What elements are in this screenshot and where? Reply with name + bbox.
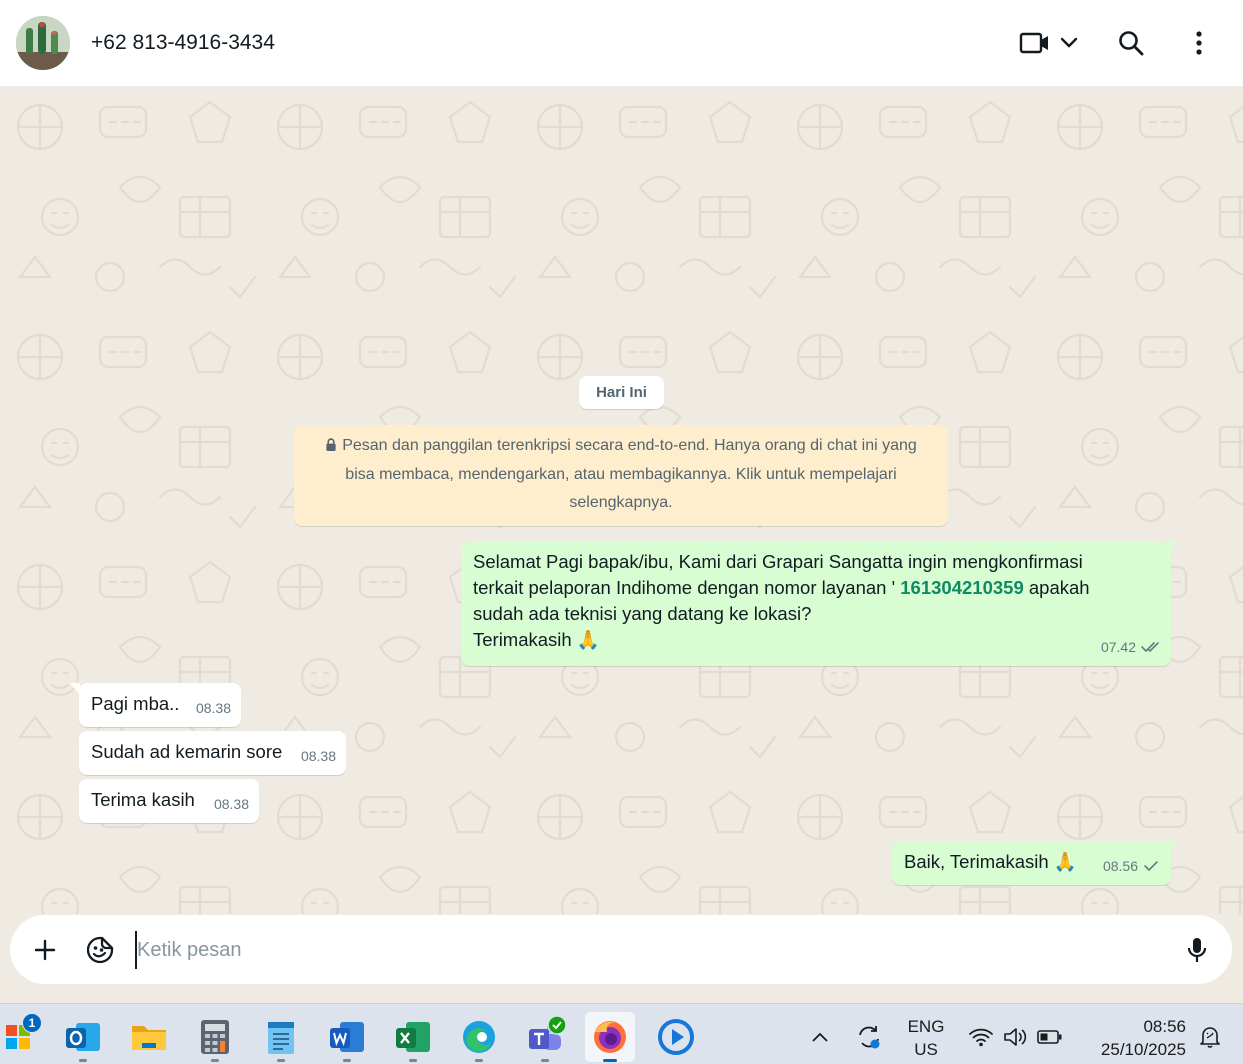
service-number-link[interactable]: 161304210359 [900, 577, 1023, 598]
message-bubble-outgoing[interactable]: Baik, Terimakasih 🙏 08.56 [892, 841, 1171, 885]
more-vertical-icon [1196, 31, 1202, 55]
notification-badge: 1 [22, 1013, 42, 1033]
message-text: Baik, Terimakasih [904, 851, 1049, 872]
media-player-icon [658, 1019, 694, 1055]
search-icon [1119, 31, 1144, 56]
language-indicator[interactable]: ENG US [900, 1015, 952, 1061]
single-check-icon [1144, 861, 1158, 872]
calculator-icon [201, 1020, 229, 1054]
encryption-notice-text: Pesan dan panggilan terenkripsi secara e… [342, 437, 917, 511]
lock-icon [326, 438, 336, 451]
message-bubble-incoming[interactable]: Terima kasih 08.38 [79, 779, 259, 823]
taskbar-app-teams[interactable] [520, 1012, 570, 1062]
date-separator: Hari Ini [579, 376, 664, 409]
chat-header: +62 813-4916-3434 [0, 0, 1243, 87]
taskbar-app-firefox[interactable] [585, 1012, 635, 1062]
video-camera-icon [1019, 32, 1048, 54]
chevron-up-icon [812, 1032, 828, 1042]
message-composer [10, 915, 1232, 984]
message-time: 08.38 [213, 796, 249, 812]
plus-icon [34, 939, 56, 961]
sync-icon [859, 1026, 880, 1049]
volume-icon [1004, 1028, 1027, 1046]
message-bubble-incoming[interactable]: Pagi mba.. 08.38 [79, 683, 241, 727]
message-input[interactable] [135, 931, 1155, 969]
video-call-button[interactable] [1016, 25, 1082, 61]
clock-time: 08:56 [1143, 1017, 1186, 1036]
taskbar-app-calculator[interactable] [190, 1012, 240, 1062]
pray-emoji: 🙏 [576, 629, 600, 650]
search-button[interactable] [1112, 25, 1150, 61]
firefox-icon [594, 1021, 626, 1053]
pray-emoji: 🙏 [1053, 851, 1077, 872]
message-time: 07.42 [1100, 639, 1136, 655]
clock[interactable]: 08:56 25/10/2025 [1086, 1015, 1186, 1061]
taskbar-app-media-player[interactable] [651, 1012, 701, 1062]
clock-date: 25/10/2025 [1100, 1040, 1186, 1059]
word-icon [330, 1022, 364, 1052]
chevron-down-icon [1060, 37, 1078, 48]
message-time: 08.38 [195, 700, 231, 716]
taskbar-app-outlook[interactable] [58, 1012, 108, 1062]
notification-bell-icon [1200, 1027, 1220, 1048]
taskbar-app-notepad[interactable] [256, 1012, 306, 1062]
taskbar-app-edge[interactable] [454, 1012, 504, 1062]
message-bubble-incoming[interactable]: Sudah ad kemarin sore 08.38 [79, 731, 346, 775]
message-meta: 07.42 [1101, 634, 1161, 660]
folder-icon [132, 1026, 166, 1050]
message-time: 08.56 [1102, 858, 1138, 874]
message-meta: 08.56 [1103, 853, 1159, 879]
double-check-icon [1141, 642, 1159, 653]
quick-settings-button[interactable] [960, 1012, 1072, 1062]
taskbar-app-file-explorer[interactable] [124, 1012, 174, 1062]
message-bubble-outgoing[interactable]: Selamat Pagi bapak/ibu, Kami dari Grapar… [461, 542, 1171, 666]
encryption-notice[interactable]: Pesan dan panggilan terenkripsi secara e… [294, 425, 948, 526]
chat-area[interactable]: Hari Ini Pesan dan panggilan terenkripsi… [0, 87, 1243, 914]
outlook-icon [66, 1023, 100, 1051]
message-text: Terima kasih [91, 789, 195, 810]
attach-button[interactable] [26, 931, 64, 969]
message-time: 08.38 [300, 748, 336, 764]
message-text: Selamat Pagi bapak/ibu, Kami dari Grapar… [473, 551, 1090, 650]
teams-status-check-icon [547, 1015, 567, 1035]
message-text: Pagi mba.. [91, 693, 180, 714]
contact-name[interactable]: +62 813-4916-3434 [91, 31, 275, 55]
notepad-icon [268, 1022, 294, 1054]
notifications-button[interactable] [1190, 1012, 1230, 1062]
voice-record-button[interactable] [1178, 931, 1216, 969]
windows-taskbar: 1 ENG US 08:56 25/10/2025 [0, 1003, 1243, 1064]
wifi-icon [969, 1028, 993, 1047]
taskbar-app-word[interactable] [322, 1012, 372, 1062]
taskbar-app-excel[interactable] [388, 1012, 438, 1062]
edge-icon [463, 1021, 495, 1053]
excel-icon [396, 1022, 430, 1052]
contact-avatar[interactable] [16, 16, 70, 70]
sticker-button[interactable] [81, 931, 119, 969]
menu-button[interactable] [1184, 25, 1214, 61]
sticker-icon [86, 936, 114, 964]
battery-icon [1037, 1030, 1062, 1044]
sync-status-button[interactable] [845, 1012, 893, 1062]
microphone-icon [1187, 938, 1207, 962]
message-text: Sudah ad kemarin sore [91, 741, 283, 762]
show-hidden-icons-button[interactable] [797, 1012, 843, 1062]
